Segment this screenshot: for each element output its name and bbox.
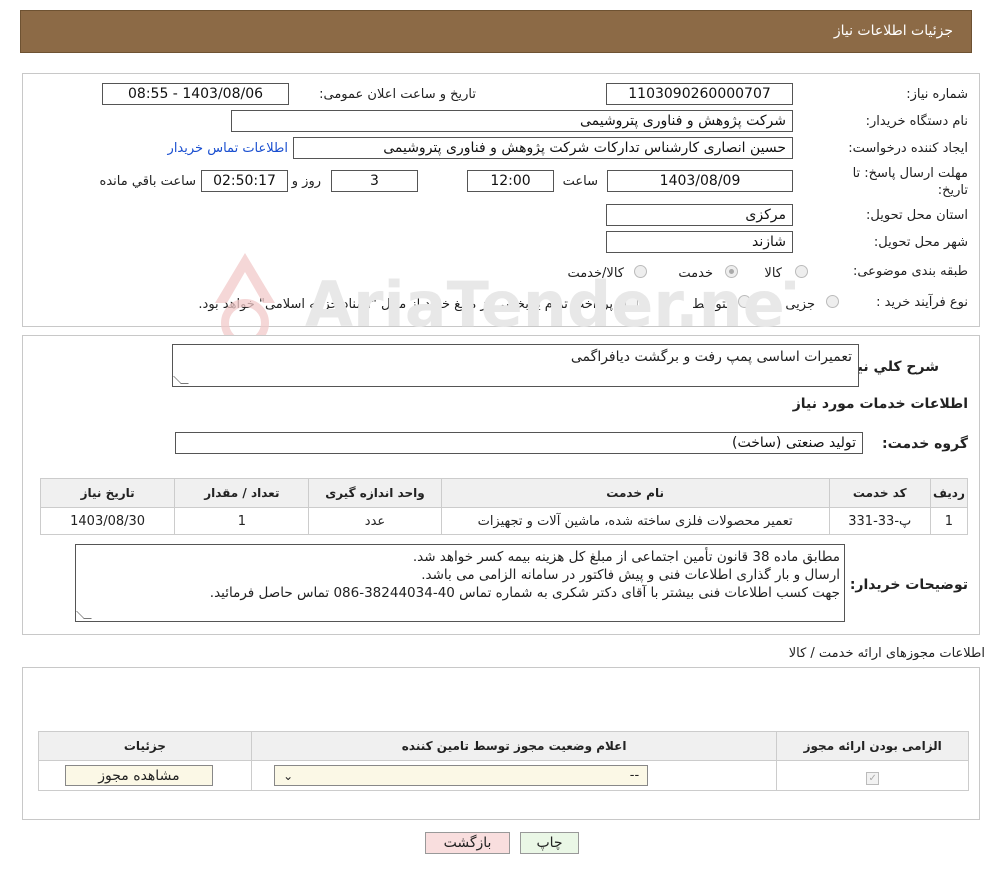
cell-quantity: 1: [174, 507, 310, 535]
announce-datetime-label: تاریخ و ساعت اعلان عمومی:: [319, 87, 476, 102]
summary-text: تعمیرات اساسی پمپ رفت و برگشت دیافراگمی: [570, 349, 852, 365]
category-khedmat-label: خدمت: [678, 266, 713, 281]
need-number-label: شماره نیاز:: [906, 87, 968, 102]
category-kala-khedmat-label: کالا/خدمت: [567, 266, 624, 281]
buyer-contact-link[interactable]: اطلاعات تماس خریدار: [168, 141, 288, 156]
purchase-motevaset-radio[interactable]: [738, 295, 751, 308]
deadline-time-field: 12:00: [467, 170, 554, 192]
cell-permit-details: مشاهده مجوز: [38, 760, 252, 791]
creator-field: حسین انصاری کارشناس تداركات شرکت پژوهش و…: [293, 137, 793, 159]
announce-datetime-field: 1403/08/06 - 08:55: [102, 83, 289, 105]
cell-need-date: 1403/08/30: [39, 507, 176, 535]
permit-status-select[interactable]: -- ⌄: [274, 765, 649, 786]
services-table: ردیف کد خدمت نام خدمت واحد اندازه گیری ت…: [39, 478, 969, 535]
purchase-type-label: نوع فرآیند خرید :: [876, 295, 968, 310]
permits-table: الزامی بودن ارائه مجوز اعلام وضعیت مجوز …: [38, 731, 969, 791]
col-quantity: تعداد / مقدار: [174, 478, 310, 508]
table-row: 1 پ-33-331 تعمیر محصولات فلزی ساخته شده،…: [39, 507, 969, 535]
page-title: جزئیات اطلاعات نیاز: [833, 23, 953, 39]
city-label: شهر محل تحویل:: [873, 235, 968, 250]
category-kala-khedmat-radio[interactable]: [634, 265, 647, 278]
col-service-name: نام خدمت: [440, 478, 830, 508]
buyer-note-line: مطابق ماده 38 قانون تأمین اجتماعی از مبل…: [412, 549, 840, 565]
cell-service-name: تعمیر محصولات فلزی ساخته شده، ماشین آلات…: [440, 507, 830, 535]
col-permit-required: الزامی بودن ارائه مجوز: [776, 731, 969, 761]
col-permit-status: اعلام وضعیت مجوز توسط تامین کننده: [250, 731, 778, 761]
service-group-field: تولید صنعتی (ساخت): [175, 432, 863, 454]
permits-title: اطلاعات مجوزهای ارائه خدمت / کالا: [788, 646, 985, 661]
deadline-date-label: تاریخ:: [937, 183, 968, 198]
permit-status-value: --: [629, 768, 640, 783]
deadline-time-label: ساعت: [562, 174, 598, 189]
city-field: شازند: [606, 231, 793, 253]
buyer-note-line: جهت کسب اطلاعات فنی بیشتر با آقای دکتر ش…: [209, 585, 840, 601]
days-label: روز و: [291, 174, 321, 189]
col-unit: واحد اندازه گیری: [308, 478, 442, 508]
print-button[interactable]: چاپ: [520, 832, 579, 854]
col-need-date: تاریخ نیاز: [39, 478, 176, 508]
service-group-label: گروه خدمت:: [882, 436, 968, 452]
chevron-down-icon: ⌄: [283, 768, 294, 783]
treasury-payment-checkbox[interactable]: [625, 295, 638, 308]
cell-permit-required: ✓: [776, 760, 969, 791]
cell-service-code: پ-33-331: [828, 507, 931, 535]
view-permit-button[interactable]: مشاهده مجوز: [64, 765, 213, 786]
category-kala-radio[interactable]: [795, 265, 808, 278]
category-label: طبقه بندی موضوعی:: [852, 264, 968, 279]
col-service-code: کد خدمت: [828, 478, 931, 508]
permit-required-checkbox: ✓: [866, 772, 880, 785]
purchase-jozi-radio[interactable]: [826, 295, 839, 308]
buyer-notes-label: توضیحات خریدار:: [849, 577, 968, 593]
back-button[interactable]: بازگشت: [425, 832, 510, 854]
buyer-note-line: ارسال و بار گذاری اطلاعات فنی و پیش فاکت…: [421, 567, 840, 583]
summary-textarea[interactable]: تعمیرات اساسی پمپ رفت و برگشت دیافراگمی: [172, 344, 859, 387]
time-remaining-label: ساعت باقي مانده: [99, 174, 196, 189]
deadline-date-field: 1403/08/09: [607, 170, 793, 192]
treasury-payment-note: پرداخت تمام یا بخشی از مبلغ خرید،از محل …: [198, 297, 613, 312]
resize-handle-icon[interactable]: [173, 376, 189, 384]
cell-permit-status: -- ⌄: [250, 760, 778, 791]
category-khedmat-radio[interactable]: [725, 265, 738, 278]
table-row: ✓ -- ⌄ مشاهده مجوز: [38, 760, 969, 791]
col-permit-details: جزئیات: [38, 731, 252, 761]
cell-row-number: 1: [929, 507, 969, 535]
category-kala-label: کالا: [764, 266, 782, 281]
purchase-motevaset-label: متوسط: [692, 297, 733, 312]
services-title: اطلاعات خدمات مورد نیاز: [792, 396, 968, 412]
page-header: جزئیات اطلاعات نیاز: [20, 10, 972, 53]
province-field: مرکزی: [606, 204, 793, 226]
buyer-org-field: شرکت پژوهش و فناوری پتروشیمی: [231, 110, 793, 132]
time-remaining-field: 02:50:17: [201, 170, 288, 192]
permits-table-header: الزامی بودن ارائه مجوز اعلام وضعیت مجوز …: [38, 731, 969, 761]
days-remaining-field: 3: [331, 170, 418, 192]
need-number-field: 1103090260000707: [606, 83, 793, 105]
buyer-org-label: نام دستگاه خریدار:: [865, 114, 968, 129]
creator-label: ایجاد کننده درخواست:: [848, 141, 968, 156]
cell-unit: عدد: [308, 507, 442, 535]
resize-handle-icon[interactable]: [76, 611, 92, 619]
services-table-header: ردیف کد خدمت نام خدمت واحد اندازه گیری ت…: [39, 478, 969, 508]
deadline-label: مهلت ارسال پاسخ: تا: [852, 166, 968, 181]
col-row-number: ردیف: [929, 478, 969, 508]
purchase-jozi-label: جزیی: [785, 297, 815, 312]
buyer-notes-textarea[interactable]: مطابق ماده 38 قانون تأمین اجتماعی از مبل…: [75, 544, 845, 622]
province-label: استان محل تحویل:: [866, 208, 968, 223]
